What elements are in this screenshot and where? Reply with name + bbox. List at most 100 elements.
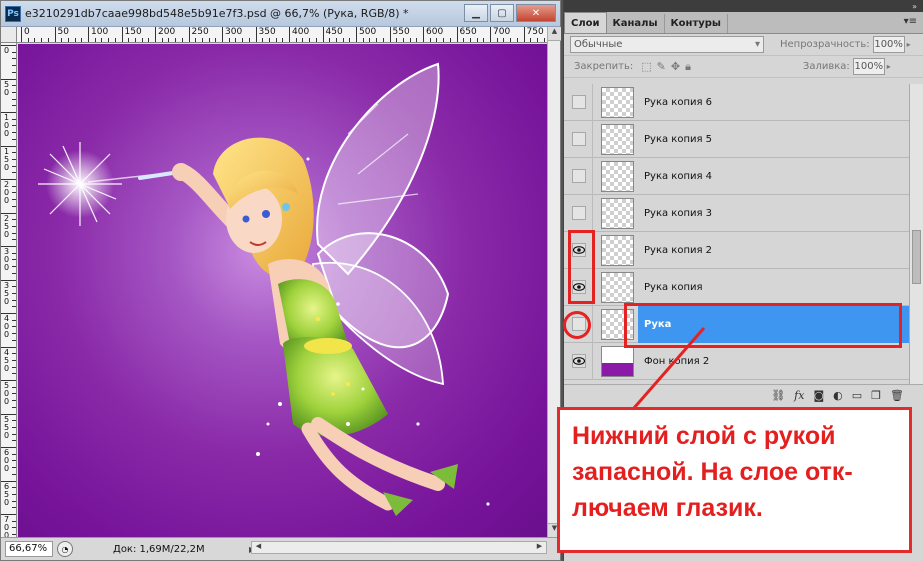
image-canvas[interactable] bbox=[18, 44, 547, 537]
ruler-minor-tick bbox=[134, 38, 136, 42]
ruler-minor-tick bbox=[12, 71, 16, 73]
ruler-tick: 700 bbox=[1, 514, 16, 537]
photoshop-logo-icon: Ps bbox=[5, 5, 21, 22]
panel-collapse-strip[interactable]: » bbox=[564, 0, 923, 12]
tab-layers[interactable]: Слои bbox=[564, 12, 607, 33]
fill-dropdown-icon[interactable]: ▸ bbox=[887, 62, 891, 71]
ruler-tick: 350 bbox=[1, 279, 16, 305]
fairy-illustration bbox=[38, 62, 490, 516]
ruler-minor-tick bbox=[536, 38, 538, 42]
minimize-button[interactable]: ▁ bbox=[464, 4, 488, 22]
scrollbar-thumb[interactable] bbox=[912, 230, 921, 284]
ruler-minor-tick bbox=[12, 85, 16, 87]
ruler-minor-tick bbox=[382, 38, 384, 42]
zoom-level-field[interactable]: 66,67% bbox=[5, 541, 53, 557]
panel-menu-icon[interactable]: ▾≡ bbox=[904, 16, 917, 27]
new-group-icon[interactable]: ▭ bbox=[852, 389, 862, 402]
layers-scrollbar[interactable] bbox=[909, 84, 923, 384]
layer-row[interactable]: Рука копия bbox=[564, 268, 909, 306]
ruler-minor-tick bbox=[12, 299, 16, 301]
visibility-toggle[interactable] bbox=[572, 354, 586, 368]
new-layer-icon[interactable]: ❐ bbox=[871, 389, 881, 402]
horizontal-scrollbar[interactable]: ◀ ▶ bbox=[251, 541, 547, 554]
ruler-tick: 50 bbox=[54, 27, 69, 42]
ruler-minor-tick bbox=[201, 38, 203, 42]
opacity-dropdown-icon[interactable]: ▸ bbox=[907, 40, 911, 49]
lock-position-icon[interactable]: ✥ bbox=[671, 60, 680, 74]
link-layers-icon[interactable]: ⛓ bbox=[771, 389, 785, 402]
ruler-minor-tick bbox=[402, 38, 404, 42]
ruler-minor-tick bbox=[12, 373, 16, 375]
scroll-right-arrow-icon[interactable]: ▶ bbox=[533, 542, 546, 553]
ruler-minor-tick bbox=[12, 534, 16, 536]
ruler-minor-tick bbox=[12, 493, 16, 495]
status-info-icon[interactable]: ◔ bbox=[57, 541, 73, 557]
tab-channels[interactable]: Каналы bbox=[607, 14, 665, 33]
ruler-minor-tick bbox=[74, 38, 76, 42]
maximize-button[interactable]: ▢ bbox=[490, 4, 514, 22]
ruler-tick: 0 bbox=[1, 45, 16, 55]
document-window: Ps e3210291db7caae998bd548e5b91e7f3.psd … bbox=[0, 0, 561, 561]
lock-transparent-icon[interactable]: ⬚ bbox=[641, 60, 651, 74]
ruler-minor-tick bbox=[228, 38, 230, 42]
opacity-field[interactable]: 100% bbox=[872, 36, 905, 53]
ruler-minor-tick bbox=[12, 292, 16, 294]
ruler-minor-tick bbox=[12, 219, 16, 221]
layer-row[interactable]: Рука копия 6 bbox=[564, 84, 909, 121]
ruler-tick: 500 bbox=[356, 27, 376, 42]
ruler-minor-tick bbox=[248, 38, 250, 42]
ruler-minor-tick bbox=[12, 98, 16, 100]
ruler-minor-tick bbox=[12, 487, 16, 489]
scroll-up-arrow-icon[interactable]: ▲ bbox=[548, 27, 561, 41]
ruler-minor-tick bbox=[483, 38, 485, 42]
close-button[interactable]: ✕ bbox=[516, 4, 556, 22]
fill-field[interactable]: 100% bbox=[852, 58, 885, 75]
layer-thumbnail bbox=[601, 234, 634, 266]
ruler-minor-tick bbox=[47, 38, 49, 42]
ruler-minor-tick bbox=[12, 125, 16, 127]
visibility-toggle[interactable] bbox=[572, 95, 586, 109]
ruler-tick: 500 bbox=[1, 380, 16, 406]
layer-row[interactable]: Рука копия 3 bbox=[564, 194, 909, 232]
layer-thumbnail bbox=[601, 123, 634, 155]
ruler-minor-tick bbox=[12, 185, 16, 187]
ruler-minor-tick bbox=[12, 326, 16, 328]
document-size-info: Док: 1,69M/22,2M bbox=[113, 543, 205, 555]
document-title-bar[interactable]: Ps e3210291db7caae998bd548e5b91e7f3.psd … bbox=[1, 1, 560, 27]
lock-brush-icon[interactable]: ✎ bbox=[657, 60, 666, 74]
adjustment-layer-icon[interactable]: ◐ bbox=[833, 389, 843, 402]
annotation-hidden-eye-circle bbox=[563, 311, 591, 339]
visibility-toggle[interactable] bbox=[572, 132, 586, 146]
delete-layer-icon[interactable]: 🗑︎ bbox=[890, 389, 904, 402]
ruler-origin[interactable] bbox=[1, 27, 17, 43]
ruler-minor-tick bbox=[12, 333, 16, 335]
layer-row[interactable]: Рука копия 2 bbox=[564, 231, 909, 269]
ruler-minor-tick bbox=[409, 38, 411, 42]
ruler-minor-tick bbox=[12, 406, 16, 408]
ruler-minor-tick bbox=[12, 165, 16, 167]
ruler-tick: 450 bbox=[322, 27, 343, 42]
add-mask-icon[interactable]: ◙ bbox=[813, 389, 824, 402]
ruler-tick: 600 bbox=[423, 27, 443, 42]
layer-thumbnail bbox=[601, 271, 634, 303]
visibility-toggle[interactable] bbox=[572, 169, 586, 183]
ruler-tick: 150 bbox=[121, 27, 142, 42]
blend-mode-select[interactable]: Обычные bbox=[570, 36, 764, 53]
layer-row[interactable]: Рука копия 5 bbox=[564, 120, 909, 158]
ruler-minor-tick bbox=[496, 38, 498, 42]
ruler-minor-tick bbox=[268, 38, 270, 42]
visibility-toggle[interactable] bbox=[572, 206, 586, 220]
ruler-minor-tick bbox=[12, 393, 16, 395]
horizontal-ruler[interactable]: 0 50 100 150 200 250 300 350 400 450 500 550 600 650 7… bbox=[17, 27, 547, 43]
vertical-ruler[interactable]: 0 50 100 150 200 250 300 350 400 450 500 550 600 650 7… bbox=[1, 43, 17, 537]
ruler-minor-tick bbox=[12, 239, 16, 241]
opacity-label: Непрозрачность: bbox=[780, 39, 870, 50]
tab-paths[interactable]: Контуры bbox=[665, 14, 728, 33]
collapse-panel-icon[interactable]: » bbox=[912, 2, 917, 11]
ruler-minor-tick bbox=[443, 38, 445, 42]
ruler-minor-tick bbox=[12, 152, 16, 154]
scroll-left-arrow-icon[interactable]: ◀ bbox=[252, 542, 265, 553]
lock-all-icon[interactable]: 🔒︎ bbox=[685, 60, 691, 74]
layer-row[interactable]: Рука копия 4 bbox=[564, 157, 909, 195]
layer-style-icon[interactable]: fx bbox=[794, 389, 804, 402]
